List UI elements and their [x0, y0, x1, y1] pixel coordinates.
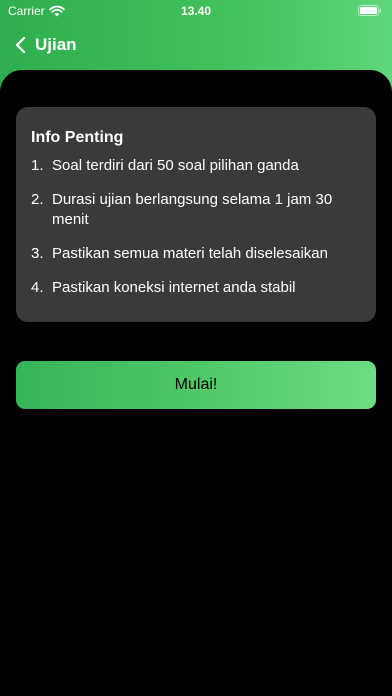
info-item-number: 3.: [31, 245, 44, 262]
info-item-number: 2.: [31, 191, 44, 208]
info-item-text: Pastikan semua materi telah diselesaikan: [52, 245, 328, 262]
battery-icon: [358, 5, 382, 16]
info-list-item: 4. Pastikan koneksi internet anda stabil: [31, 278, 360, 298]
info-list-item: 2. Durasi ujian berlangsung selama 1 jam…: [31, 190, 360, 230]
status-time: 13.40: [180, 4, 212, 18]
info-item-text: Soal terdiri dari 50 soal pilihan ganda: [52, 157, 299, 174]
info-item-number: 1.: [31, 157, 44, 174]
start-button-label: Mulai!: [174, 376, 218, 393]
info-item-text: Durasi ujian berlangsung selama 1 jam 30…: [52, 191, 333, 228]
info-card-title: Info Penting: [31, 129, 124, 146]
info-list: 1. Soal terdiri dari 50 soal pilihan gan…: [31, 156, 360, 298]
info-item-number: 4.: [31, 279, 44, 296]
start-button[interactable]: Mulai!: [16, 361, 376, 409]
exam-screen: Carrier 13.40 Ujian Info Penting 1. Soal…: [0, 0, 392, 696]
info-list-item: 1. Soal terdiri dari 50 soal pilihan gan…: [31, 156, 360, 176]
chevron-left-icon[interactable]: [14, 36, 26, 54]
back-button[interactable]: Ujian: [14, 35, 77, 55]
info-item-text: Pastikan koneksi internet anda stabil: [52, 279, 296, 296]
navigation-bar: Ujian: [0, 28, 392, 62]
page-title: Ujian: [35, 35, 77, 54]
info-card: Info Penting 1. Soal terdiri dari 50 soa…: [16, 107, 376, 322]
info-list-item: 3. Pastikan semua materi telah diselesai…: [31, 244, 360, 264]
status-bar: Carrier 13.40: [0, 0, 392, 22]
